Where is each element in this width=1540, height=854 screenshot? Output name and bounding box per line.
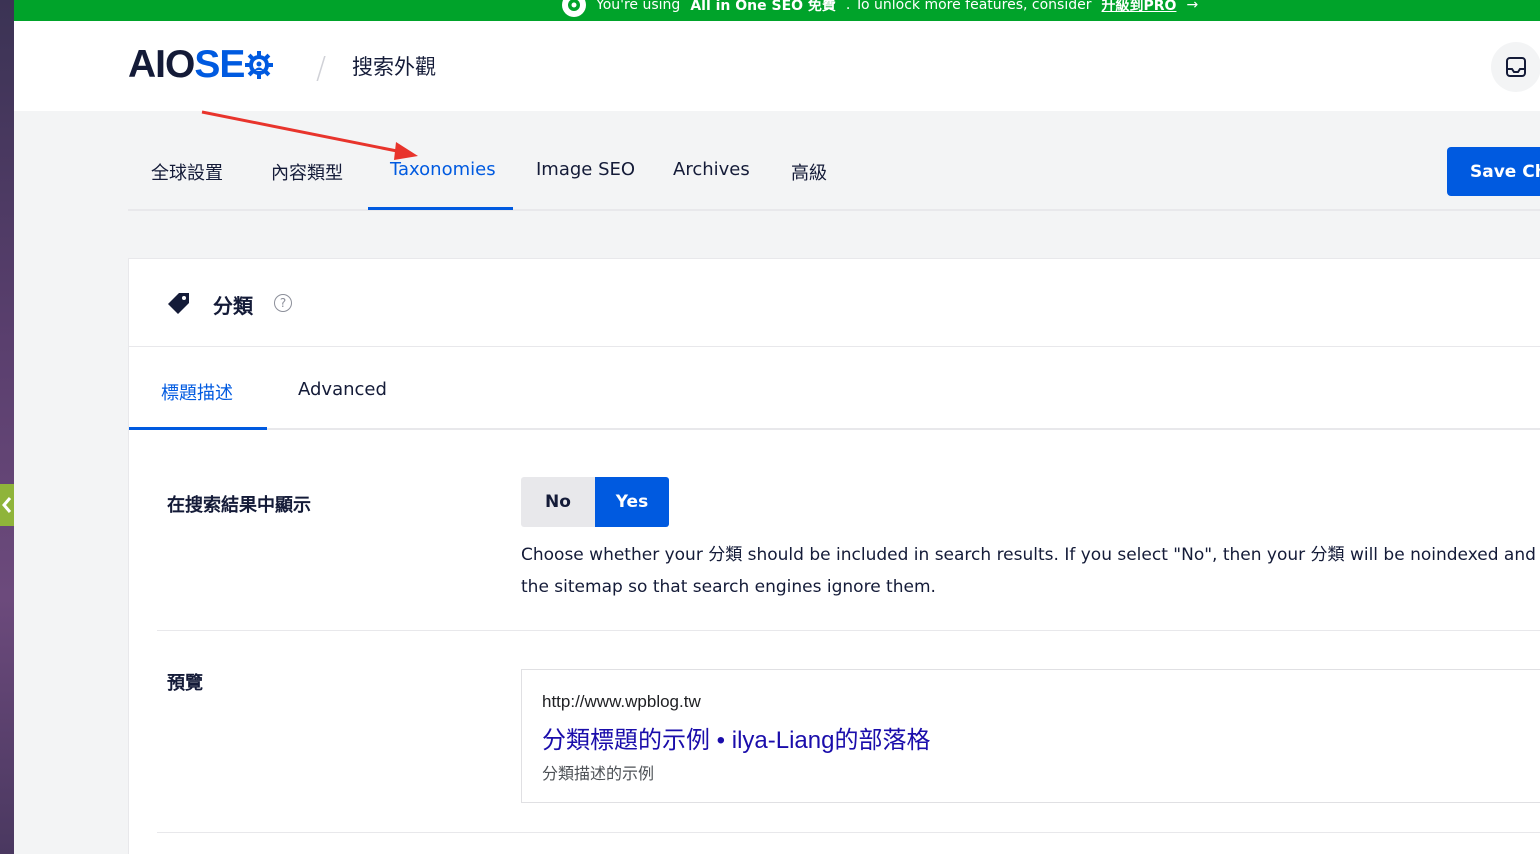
tab-archives[interactable]: Archives bbox=[673, 159, 750, 211]
promo-text: You're using bbox=[596, 0, 681, 13]
search-preview-box: http://www.wpblog.tw 分類標題的示例 • ilya-Lian… bbox=[521, 669, 1540, 803]
tab-advanced[interactable]: 高級 bbox=[791, 159, 827, 211]
tab-image-seo[interactable]: Image SEO bbox=[536, 159, 635, 211]
aioseo-logo[interactable]: AIO SE bbox=[128, 43, 274, 86]
logo-aio-text: AIO bbox=[128, 43, 195, 86]
tab-global-settings[interactable]: 全球設置 bbox=[151, 159, 223, 211]
show-in-search-label: 在搜索結果中顯示 bbox=[167, 495, 311, 516]
subtab-advanced[interactable]: Advanced bbox=[298, 379, 387, 400]
save-changes-button[interactable]: Save Changes bbox=[1447, 147, 1540, 196]
logo-gear-icon bbox=[245, 51, 274, 79]
card-header: 分類 ? bbox=[129, 259, 1540, 347]
collapse-menu-handle[interactable] bbox=[0, 484, 14, 526]
tab-taxonomies[interactable]: Taxonomies bbox=[390, 159, 496, 211]
annotation-arrow bbox=[201, 110, 418, 160]
toggle-yes-option[interactable]: Yes bbox=[595, 477, 669, 527]
chevron-left-icon bbox=[2, 497, 12, 513]
show-in-search-description: Choose whether your 分類 should be include… bbox=[521, 539, 1540, 603]
notifications-button[interactable] bbox=[1491, 42, 1540, 92]
toggle-no-option[interactable]: No bbox=[521, 477, 595, 527]
subtab-title-description[interactable]: 標題描述 bbox=[161, 379, 233, 405]
page-title: 搜索外觀 bbox=[352, 55, 436, 79]
aioseo-gear-icon bbox=[562, 0, 586, 17]
inbox-icon bbox=[1506, 57, 1526, 77]
preview-label: 預覽 bbox=[167, 673, 203, 694]
description-line-1: Choose whether your 分類 should be include… bbox=[521, 545, 1540, 565]
wp-admin-sidebar-edge bbox=[0, 0, 14, 854]
active-tab-indicator bbox=[368, 207, 513, 210]
arrow-right-icon: → bbox=[1186, 0, 1199, 13]
tab-content-types[interactable]: 內容類型 bbox=[271, 159, 343, 211]
promo-bar: You're using All in One SEO 免費 . To unlo… bbox=[14, 0, 1540, 21]
logo-seo-text: SE bbox=[194, 43, 245, 86]
active-subtab-indicator bbox=[129, 427, 267, 430]
upgrade-pro-link[interactable]: 升級到PRO bbox=[1102, 0, 1177, 15]
card-title: 分類 bbox=[213, 294, 253, 318]
preview-description: 分類描述的示例 bbox=[542, 764, 655, 783]
app-header: AIO SE / 搜索外觀 bbox=[14, 21, 1540, 111]
row-divider bbox=[157, 630, 1540, 631]
breadcrumb-separator: / bbox=[316, 51, 327, 86]
preview-url: http://www.wpblog.tw bbox=[542, 692, 701, 711]
taxonomy-card: 分類 ? 標題描述 Advanced 在搜索結果中顯示 No Yes Choos… bbox=[128, 258, 1540, 854]
card-subtabs: 標題描述 Advanced bbox=[129, 348, 1540, 430]
preview-title: 分類標題的示例 • ilya-Liang的部落格 bbox=[542, 727, 931, 754]
promo-product: All in One SEO 免費 bbox=[690, 0, 836, 14]
promo-rest: . To unlock more features, consider bbox=[845, 0, 1092, 13]
row-divider bbox=[157, 832, 1540, 833]
help-icon[interactable]: ? bbox=[274, 294, 292, 312]
tag-icon bbox=[168, 293, 189, 314]
description-line-2: the sitemap so that search engines ignor… bbox=[521, 577, 936, 597]
show-in-search-toggle: No Yes bbox=[521, 477, 669, 527]
